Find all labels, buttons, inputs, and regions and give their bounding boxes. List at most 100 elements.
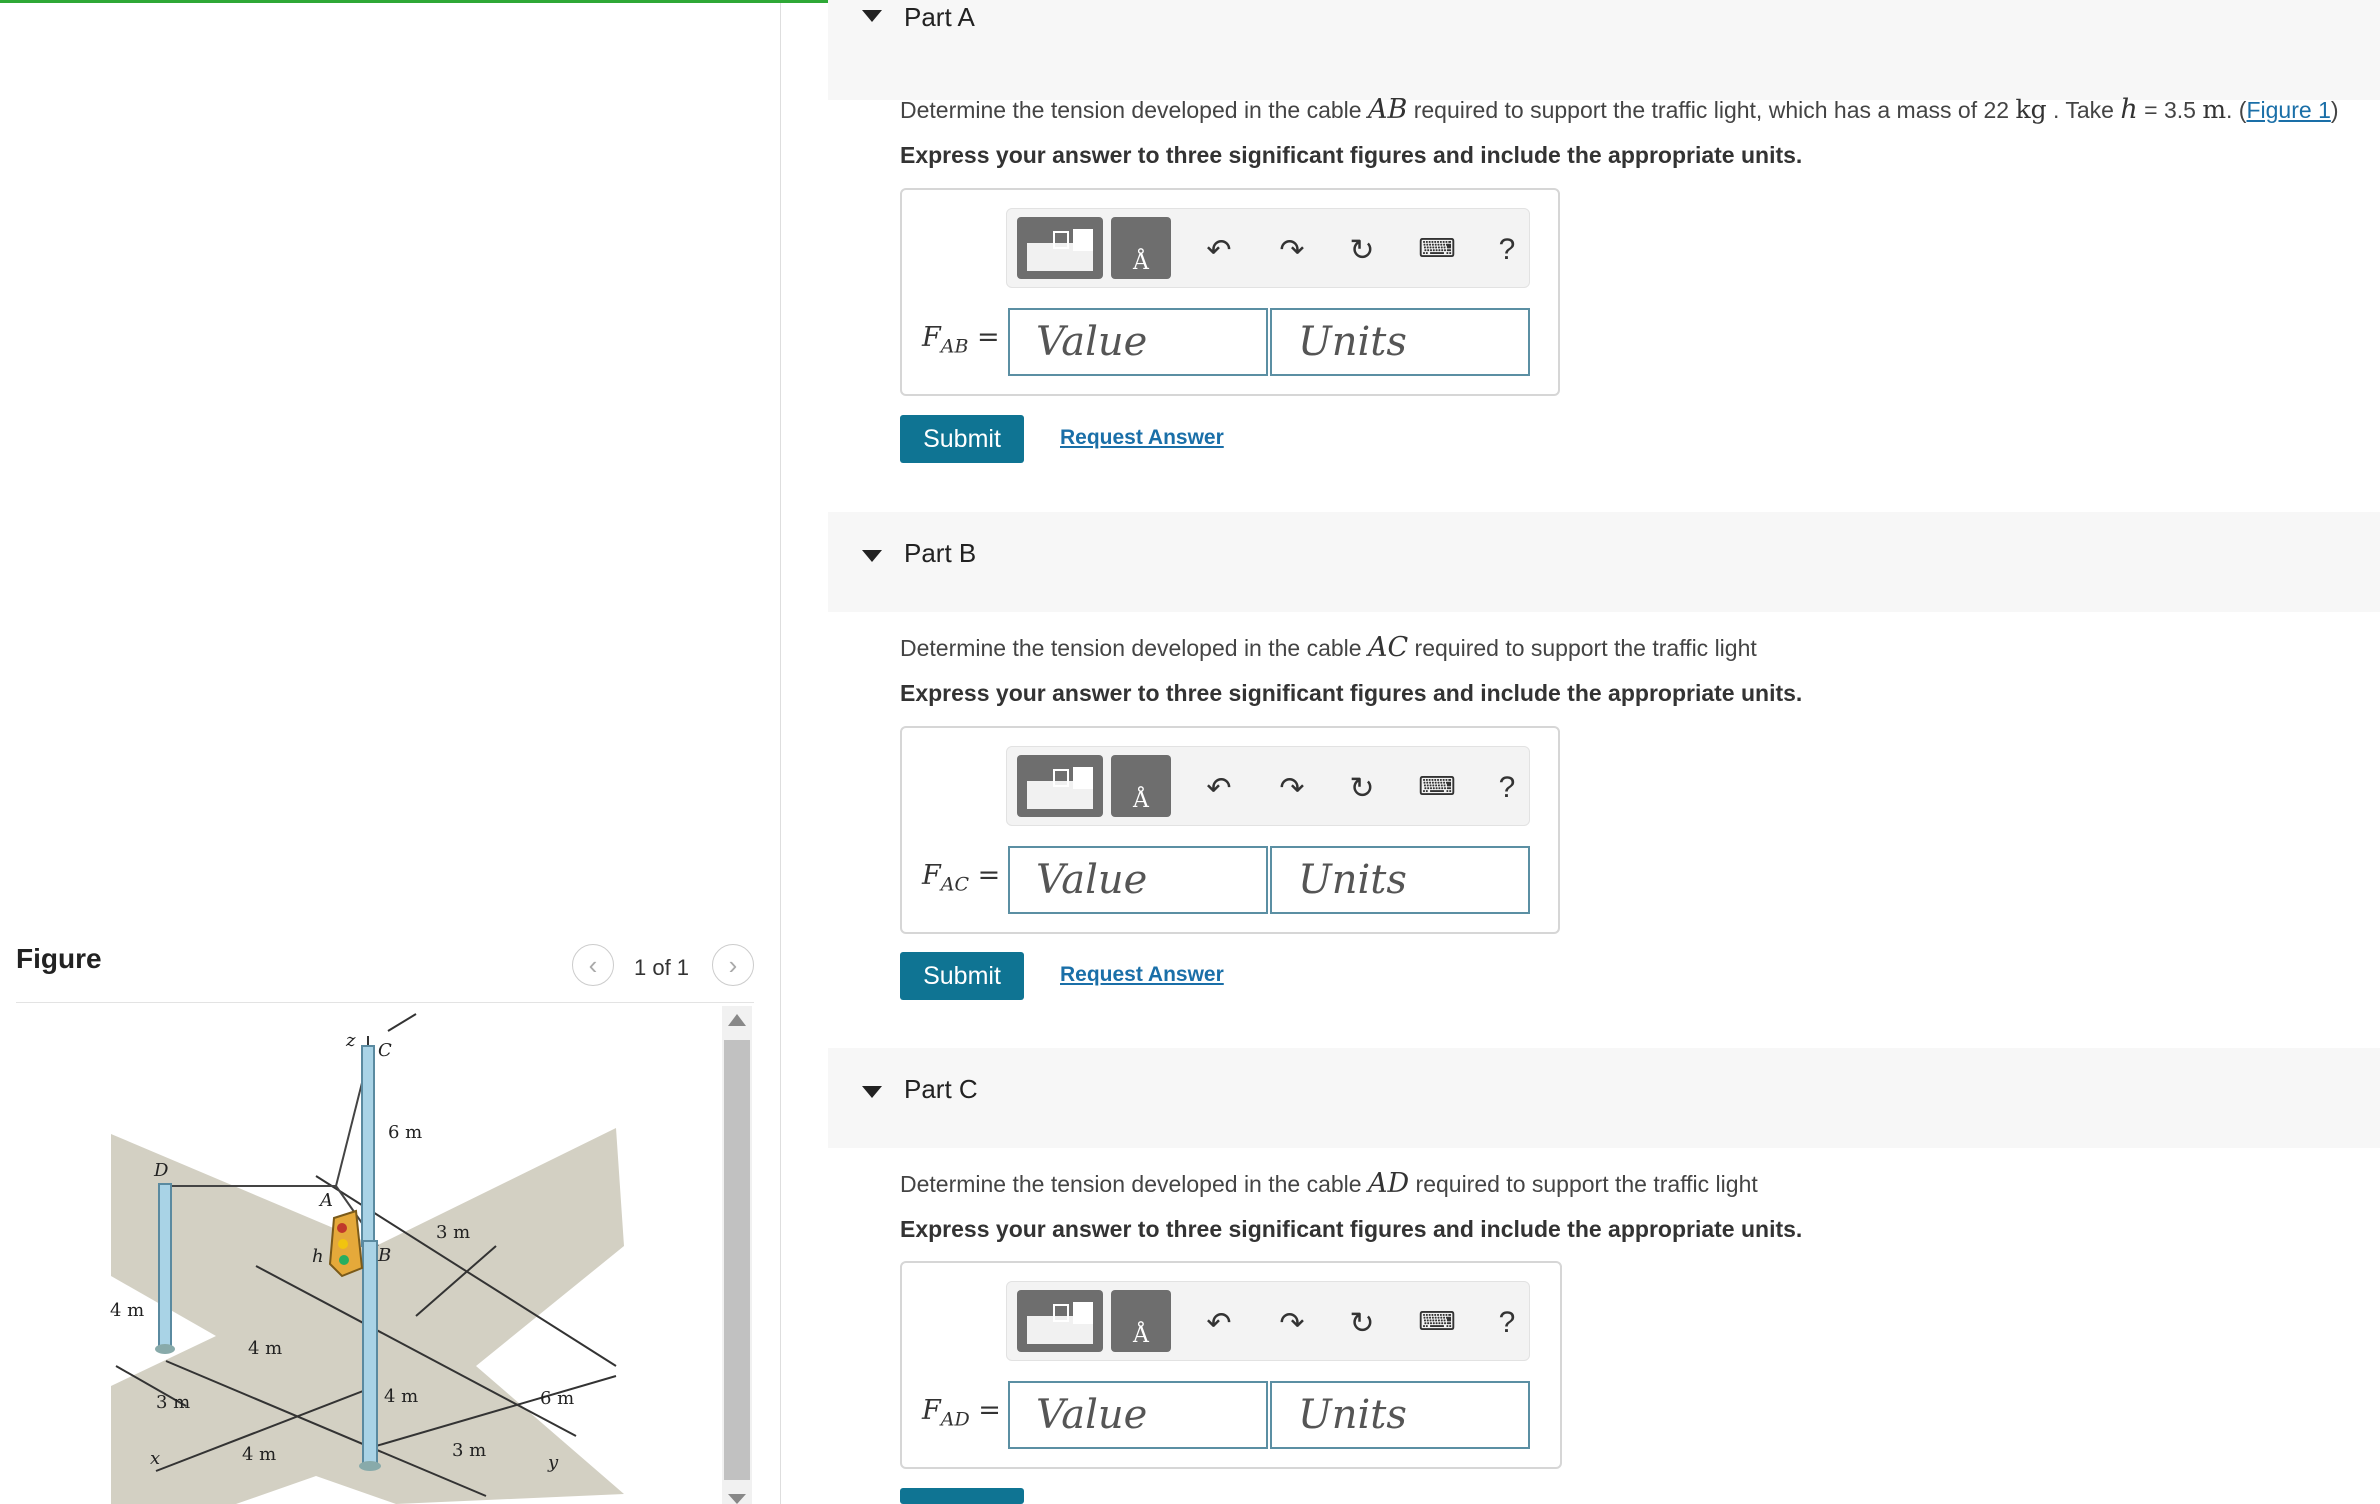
question-text: required to support the traffic light, w… [1407, 97, 2016, 123]
question-text: Determine the tension developed in the c… [900, 1171, 1368, 1197]
pole-d-base [155, 1344, 175, 1354]
submit-button[interactable] [900, 1488, 1024, 1504]
part-c-question: Determine the tension developed in the c… [900, 1168, 1758, 1199]
figure-title: Figure [16, 943, 102, 974]
question-text: . Take [2046, 97, 2121, 123]
traffic-light-green [339, 1255, 349, 1265]
dim-6m-right: 6 m [540, 1388, 574, 1409]
math-toolbar: Å ↶ ↷ ↻ ⌨ ? [1006, 746, 1530, 826]
templates-button[interactable] [1017, 1290, 1103, 1352]
label-c: C [378, 1040, 392, 1061]
units-input[interactable]: Units [1270, 1381, 1530, 1449]
undo-icon[interactable]: ↶ [1197, 233, 1241, 268]
var-symbol: F [922, 322, 941, 353]
cable-symbol: AD [1367, 1168, 1410, 1199]
cable-symbol: AB [1367, 94, 1408, 125]
help-icon[interactable]: ? [1485, 771, 1529, 805]
value-input[interactable]: Value [1008, 846, 1268, 914]
part-b-title: Part B [904, 538, 977, 568]
label-b: B [377, 1245, 391, 1266]
dim-4m-bottom: 4 m [242, 1444, 276, 1465]
submit-button[interactable]: Submit [900, 415, 1024, 463]
dim-6m-top: 6 m [388, 1122, 422, 1143]
undo-icon[interactable]: ↶ [1197, 1306, 1241, 1341]
units-input[interactable]: Units [1270, 846, 1530, 914]
keyboard-icon[interactable]: ⌨ [1409, 233, 1465, 264]
equals-sign: = [969, 1395, 1001, 1426]
redo-icon[interactable]: ↷ [1270, 771, 1314, 806]
part-a-header[interactable]: Part A [828, 0, 2380, 100]
question-text: . ( [2226, 97, 2247, 123]
part-b-header[interactable]: Part B [828, 512, 2380, 612]
figure-link[interactable]: Figure 1 [2246, 97, 2330, 123]
units-symbol-button[interactable]: Å [1111, 217, 1171, 279]
submit-button[interactable]: Submit [900, 952, 1024, 1000]
collapse-caret-icon[interactable] [862, 1086, 882, 1098]
equals-sign: = [969, 860, 1001, 891]
label-d: D [153, 1160, 169, 1181]
chevron-left-icon: ‹ [588, 950, 598, 980]
dim-line-6 [387, 1013, 417, 1032]
label-x: x [150, 1448, 160, 1469]
keyboard-icon[interactable]: ⌨ [1409, 771, 1465, 802]
redo-icon[interactable]: ↷ [1270, 233, 1314, 268]
value-input[interactable]: Value [1008, 308, 1268, 376]
keyboard-icon[interactable]: ⌨ [1409, 1306, 1465, 1337]
pole-d [158, 1183, 172, 1350]
units-symbol-button[interactable]: Å [1111, 755, 1171, 817]
pole-b-base [359, 1461, 381, 1471]
request-answer-link[interactable]: Request Answer [1060, 426, 1224, 450]
figure-divider [16, 1002, 754, 1003]
math-toolbar: Å ↶ ↷ ↻ ⌨ ? [1006, 1281, 1530, 1361]
help-icon[interactable]: ? [1485, 233, 1529, 267]
scroll-up-arrow-icon[interactable] [728, 1014, 746, 1026]
part-a-instruction: Express your answer to three significant… [900, 142, 1803, 168]
next-figure-button[interactable]: › [712, 944, 754, 986]
scroll-down-arrow-icon[interactable] [728, 1494, 746, 1504]
question-text: required to support the traffic light [1409, 1171, 1758, 1197]
chevron-right-icon: › [728, 950, 738, 980]
var-subscript: AC [940, 873, 969, 896]
traffic-light-yellow [338, 1239, 348, 1249]
figure-image: z C D A B h x y 6 m 3 m 4 m 4 m 3 m 4 m … [16, 1006, 756, 1504]
part-c-instruction: Express your answer to three significant… [900, 1216, 1803, 1242]
collapse-caret-icon[interactable] [862, 10, 882, 22]
question-text: Determine the tension developed in the c… [900, 635, 1368, 661]
reset-icon[interactable]: ↻ [1340, 771, 1384, 806]
part-a-answer-box: Å ↶ ↷ ↻ ⌨ ? FAB = Value Units [900, 188, 1560, 396]
variable-label: FAB = [922, 322, 1000, 357]
value-input[interactable]: Value [1008, 1381, 1268, 1449]
part-a-question: Determine the tension developed in the c… [900, 94, 2339, 125]
part-b-question: Determine the tension developed in the c… [900, 632, 1757, 663]
question-text: = 3.5 [2137, 97, 2203, 123]
figure-scrollbar-thumb[interactable] [724, 1040, 750, 1480]
variable-label: FAD = [922, 1395, 1001, 1430]
label-z: z [345, 1030, 356, 1051]
pole-c [361, 1045, 375, 1247]
help-icon[interactable]: ? [1485, 1306, 1529, 1340]
previous-figure-button[interactable]: ‹ [572, 944, 614, 986]
reset-icon[interactable]: ↻ [1340, 233, 1384, 268]
templates-button[interactable] [1017, 217, 1103, 279]
h-unit: m [2202, 95, 2227, 124]
reset-icon[interactable]: ↻ [1340, 1306, 1384, 1341]
part-b-instruction: Express your answer to three significant… [900, 680, 1803, 706]
request-answer-link[interactable]: Request Answer [1060, 963, 1224, 987]
undo-icon[interactable]: ↶ [1197, 771, 1241, 806]
traffic-light-diagram: z C D A B h x y 6 m 3 m 4 m 4 m 3 m 4 m … [110, 1013, 624, 1504]
templates-button[interactable] [1017, 755, 1103, 817]
var-subscript: AB [940, 335, 969, 358]
collapse-caret-icon[interactable] [862, 550, 882, 562]
part-b-answer-box: Å ↶ ↷ ↻ ⌨ ? FAC = Value Units [900, 726, 1560, 934]
units-input[interactable]: Units [1270, 308, 1530, 376]
traffic-light-red [337, 1223, 347, 1233]
units-symbol-button[interactable]: Å [1111, 1290, 1171, 1352]
dim-4m-lower: 4 m [384, 1386, 418, 1407]
part-a-title: Part A [904, 2, 975, 32]
angstrom-icon: Å [1133, 250, 1149, 275]
dim-4m-left: 4 m [110, 1300, 144, 1321]
dim-3m-right: 3 m [436, 1222, 470, 1243]
part-c-header[interactable]: Part C [828, 1048, 2380, 1148]
label-h: h [312, 1246, 324, 1267]
redo-icon[interactable]: ↷ [1270, 1306, 1314, 1341]
